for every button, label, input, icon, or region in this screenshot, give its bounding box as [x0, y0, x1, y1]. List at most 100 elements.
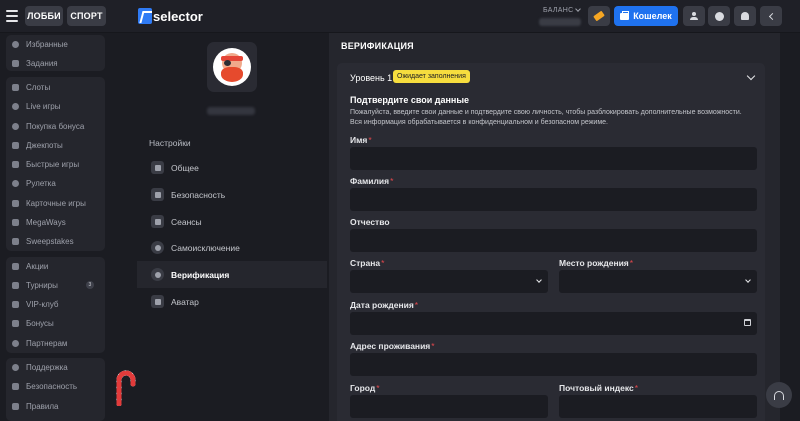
sidebar-item-megaways[interactable]: MegaWays — [12, 214, 66, 230]
sidebar-item-label: MegaWays — [26, 217, 66, 227]
tab-sport[interactable]: СПОРТ — [67, 6, 106, 26]
sidebar-item-label: Правила — [26, 401, 59, 411]
chevron-down-icon[interactable] — [746, 71, 756, 81]
support-icon — [12, 363, 19, 371]
city-input[interactable] — [350, 395, 548, 418]
settings-item-sessions[interactable]: Сеансы — [137, 208, 327, 235]
level-title[interactable]: Уровень 1 — [350, 73, 392, 83]
settings-item-self-exclusion[interactable]: Самоисключение — [137, 234, 327, 261]
sidebar-item-slots[interactable]: Слоты — [12, 79, 50, 95]
required-mark: * — [629, 258, 634, 268]
sidebar-item-jackpots[interactable]: Джекпоты — [12, 137, 63, 153]
sidebar-group-games: Слоты Live игры Покупка бонуса Джекпоты … — [6, 77, 105, 251]
verification-panel: ВЕРИФИКАЦИЯ Уровень 1 Ожидает заполнения… — [329, 33, 780, 421]
sidebar-item-support[interactable]: Поддержка — [12, 359, 68, 375]
sidebar-item-promotions[interactable]: Акции — [12, 258, 48, 274]
tournament-icon — [12, 281, 19, 289]
settings-item-label: Общее — [171, 162, 199, 173]
megaways-icon — [12, 218, 19, 226]
first-name-label: Имя* — [350, 135, 372, 145]
status-badge: Ожидает заполнения — [393, 70, 470, 83]
sidebar-item-fast-games[interactable]: Быстрые игры — [12, 156, 79, 172]
section-title: Подтвердите свои данные — [350, 95, 470, 105]
sidebar-item-tournaments[interactable]: Турниры 3 — [12, 277, 94, 293]
settings-item-label: Верификация — [171, 269, 230, 280]
logo-text: selector — [153, 8, 203, 24]
chevron-down-icon — [745, 277, 751, 283]
sidebar-item-cards[interactable]: Карточные игры — [12, 195, 86, 211]
settings-item-label: Сеансы — [171, 216, 202, 227]
menu-icon[interactable] — [6, 10, 18, 22]
sidebar-item-sweepstakes[interactable]: Sweepstakes — [12, 233, 74, 249]
last-name-label-text: Фамилия — [350, 176, 390, 186]
sidebar-item-label: Партнерам — [26, 338, 68, 348]
birth-date-label-text: Дата рождения — [350, 300, 414, 310]
settings-item-security[interactable]: Безопасность — [137, 181, 327, 208]
roulette-icon — [12, 179, 19, 187]
middle-name-input[interactable] — [350, 229, 757, 252]
fast-games-icon — [12, 160, 19, 168]
support-chat-button[interactable] — [766, 382, 792, 408]
required-mark: * — [368, 135, 372, 145]
first-name-input[interactable] — [350, 147, 757, 170]
tab-lobby[interactable]: ЛОББИ — [25, 6, 63, 26]
sidebar-item-label: Live игры — [26, 101, 61, 111]
wallet-button[interactable]: Кошелек — [614, 6, 678, 26]
country-label: Страна* — [350, 258, 384, 268]
sidebar-item-bonus-buy[interactable]: Покупка бонуса — [12, 118, 84, 134]
address-label-text: Адрес проживания — [350, 341, 431, 351]
settings-title: Настройки — [149, 138, 191, 148]
sidebar-item-quests[interactable]: Задания — [12, 55, 58, 71]
sidebar-item-label: Слоты — [26, 82, 51, 92]
sidebar-item-favorites[interactable]: Избранные — [12, 36, 68, 52]
tournaments-count-badge: 3 — [85, 281, 94, 289]
ticket-button[interactable] — [588, 6, 610, 26]
profile-button[interactable] — [683, 6, 705, 26]
sidebar-item-vip[interactable]: VIP-клуб — [12, 296, 59, 312]
notifications-button[interactable] — [734, 6, 756, 26]
birth-date-input[interactable] — [350, 312, 757, 335]
birth-place-select[interactable] — [559, 270, 757, 293]
sessions-icon — [151, 215, 164, 228]
logo[interactable]: selector — [138, 8, 203, 24]
settings-item-general[interactable]: Общее — [137, 154, 327, 181]
security-icon — [12, 382, 19, 390]
chat-icon — [714, 11, 724, 21]
country-select[interactable] — [350, 270, 548, 293]
balance-label[interactable]: БАЛАНС — [543, 6, 582, 14]
slots-icon — [12, 83, 19, 91]
last-name-label: Фамилия* — [350, 176, 393, 186]
sidebar-item-security[interactable]: Безопасность — [12, 378, 77, 394]
birth-place-label: Место рождения* — [559, 258, 633, 268]
sidebar-item-label: Sweepstakes — [26, 236, 74, 246]
calendar-icon[interactable] — [744, 319, 751, 326]
settings-item-verification[interactable]: Верификация — [137, 261, 327, 288]
logo-mark-icon — [138, 8, 152, 24]
birth-date-label: Дата рождения* — [350, 300, 418, 310]
sidebar-item-bonuses[interactable]: Бонусы — [12, 315, 54, 331]
sidebar-item-label: Рулетка — [26, 178, 56, 188]
sidebar-item-rules[interactable]: Правила — [12, 398, 58, 414]
cards-icon — [12, 199, 19, 207]
shield-icon — [151, 268, 164, 281]
bell-icon — [741, 12, 749, 20]
sidebar-item-label: Избранные — [26, 39, 68, 49]
address-label: Адрес проживания* — [350, 341, 435, 351]
sidebar-item-label: Акции — [26, 261, 49, 271]
wallet-label: Кошелек — [633, 11, 672, 21]
sidebar-item-roulette[interactable]: Рулетка — [12, 175, 56, 191]
settings-item-avatar[interactable]: Аватар — [137, 288, 327, 315]
chevron-down-icon — [575, 6, 582, 12]
chat-button[interactable] — [708, 6, 730, 26]
avatar[interactable] — [207, 42, 257, 92]
page-title: ВЕРИФИКАЦИЯ — [341, 41, 414, 51]
sidebar-group-info: Поддержка Безопасность Правила — [6, 358, 105, 421]
collapse-panel-button[interactable] — [760, 6, 782, 26]
postal-code-input[interactable] — [559, 395, 757, 418]
address-input[interactable] — [350, 353, 757, 376]
last-name-input[interactable] — [350, 188, 757, 211]
chevron-down-icon — [536, 277, 542, 283]
sidebar-item-partners[interactable]: Партнерам — [12, 335, 67, 351]
sidebar-item-live[interactable]: Live игры — [12, 98, 60, 114]
gift-icon — [12, 262, 19, 270]
